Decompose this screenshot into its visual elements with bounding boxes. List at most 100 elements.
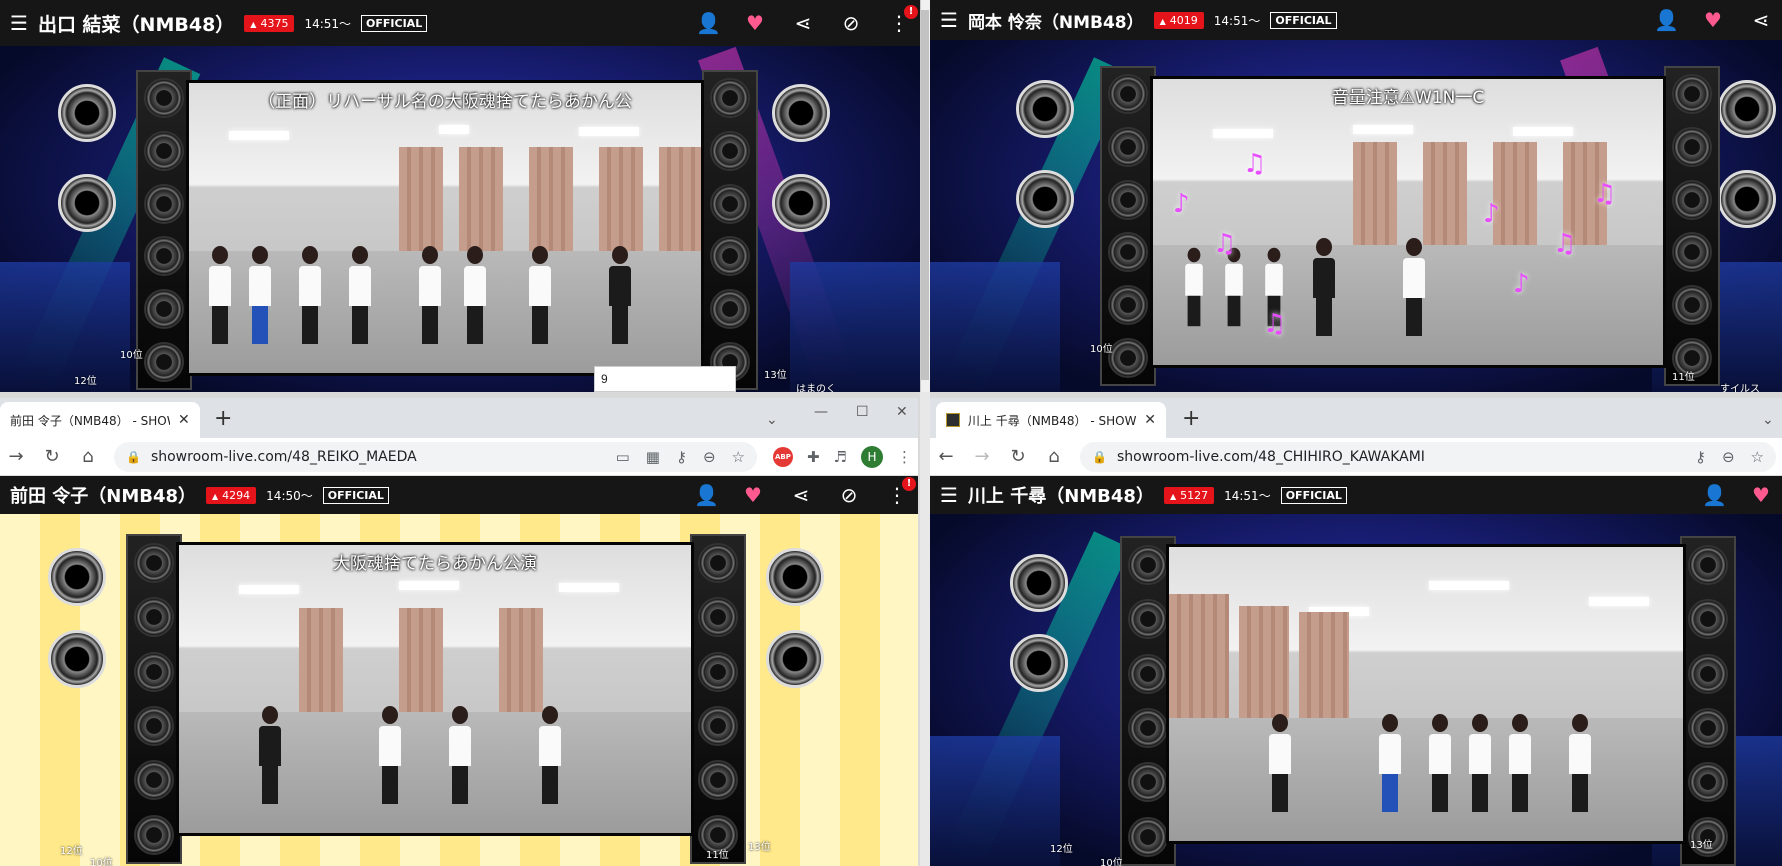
speaker-icon <box>1718 170 1776 228</box>
speaker-icon <box>48 630 106 688</box>
close-tab-icon[interactable]: ✕ <box>1144 412 1156 428</box>
user-icon[interactable]: 👤 <box>694 483 719 507</box>
hamburger-icon[interactable]: ☰ <box>940 483 958 507</box>
zoom-icon[interactable]: ⊖ <box>1722 448 1735 466</box>
heart-icon[interactable]: ♥ <box>1702 8 1724 32</box>
url-text: showroom-live.com/48_REIKO_MAEDA <box>150 448 417 465</box>
hamburger-icon[interactable]: ☰ <box>10 11 28 35</box>
speaker-icon <box>766 548 824 606</box>
heart-icon[interactable]: ♥ <box>1750 483 1772 507</box>
speaker-icon <box>766 630 824 688</box>
comment-input[interactable] <box>594 366 736 392</box>
stream-stage: （正面）リハーサル名の大阪魂捨てたらあかん公 10位 12位 13位 はまのく <box>0 46 920 392</box>
speaker-icon <box>58 84 116 142</box>
heart-icon[interactable]: ♥ <box>742 483 764 507</box>
start-time: 14:51〜 <box>1224 488 1271 503</box>
home-icon[interactable]: ⌂ <box>78 446 98 467</box>
extensions: ABP ✚ ♬ H ⋮ <box>772 445 912 468</box>
lock-icon[interactable]: 🔒 <box>1092 450 1107 464</box>
key-icon[interactable]: ⚷ <box>676 448 687 466</box>
zoom-icon[interactable]: ⊖ <box>703 448 716 466</box>
music-note-icon: ♫ <box>1243 149 1267 179</box>
rank-label: 12位 <box>60 846 83 857</box>
tab-search-icon[interactable]: ⌄ <box>1762 412 1774 428</box>
speaker-icon <box>1016 80 1074 138</box>
megaphone-off-icon[interactable]: ⊘ <box>840 11 862 35</box>
reload-icon[interactable]: ↻ <box>42 446 62 467</box>
stream-pane-top-left: ☰ 出口 結菜（NMB48） 4375 14:51〜 OFFICIAL 👤 ♥ … <box>0 0 920 392</box>
member-name: 前田 令子（NMB48） <box>10 486 197 507</box>
stream-title: 音量注意⚠W1N一C <box>1331 88 1485 108</box>
rank-label: 13位 <box>764 370 787 381</box>
official-badge: OFFICIAL <box>361 14 428 32</box>
member-name: 川上 千尋（NMB48） <box>967 486 1154 507</box>
start-time: 14:51〜 <box>304 16 352 31</box>
stream-stage: 大阪魂捨てたらあかん公演 12位 10位 11位 13位 <box>0 514 918 866</box>
rank-label: 10位 <box>90 858 113 866</box>
address-bar[interactable]: 🔒 showroom-live.com/48_REIKO_MAEDA ▭ ▦ ⚷… <box>114 441 757 472</box>
stream-stage: ♫ ♪ ♫ ♪ ♫ ♫ ♪ ♫ 音量注意⚠W1N一C 10位 11位 すイルス <box>930 40 1782 392</box>
maximize-icon[interactable]: ☐ <box>856 404 869 420</box>
user-icon[interactable]: 👤 <box>1654 8 1679 32</box>
speaker-column <box>136 70 192 390</box>
browser-tab[interactable]: 前田 令子（NMB48） - SHOWRO ✕ <box>0 402 200 438</box>
minimize-icon[interactable]: — <box>814 404 828 420</box>
rank-label: 10位 <box>1100 858 1123 866</box>
stream-title: （正面）リハーサル名の大阪魂捨てたらあかん公 <box>258 92 632 112</box>
media-controls-icon[interactable]: ♬ <box>834 448 847 466</box>
key-icon[interactable]: ⚷ <box>1695 448 1706 466</box>
new-tab-icon[interactable]: + <box>1182 406 1200 431</box>
heart-icon[interactable]: ♥ <box>744 11 766 35</box>
viewer-count-badge: 4375 <box>244 14 295 32</box>
video-player[interactable]: （正面）リハーサル名の大阪魂捨てたらあかん公 <box>186 80 704 376</box>
video-player[interactable]: ♫ ♪ ♫ ♪ ♫ ♫ ♪ ♫ 音量注意⚠W1N一C <box>1150 76 1666 368</box>
music-note-icon: ♪ <box>1483 199 1500 229</box>
extensions-puzzle-icon[interactable]: ✚ <box>807 448 820 466</box>
forward-icon[interactable]: → <box>972 446 992 467</box>
home-icon[interactable]: ⌂ <box>1044 446 1064 467</box>
video-player[interactable]: 大阪魂捨てたらあかん公演 <box>176 542 694 836</box>
share-icon[interactable]: ⋖ <box>1750 8 1772 32</box>
viewer-count-badge: 4019 <box>1153 11 1204 29</box>
browser-tab[interactable]: 川上 千尋（NMB48） - SHOWRO ✕ <box>936 402 1166 438</box>
chrome-menu-icon[interactable]: ⋮ <box>897 448 912 466</box>
viewer-count-badge: 5127 <box>1163 486 1215 504</box>
user-icon[interactable]: 👤 <box>1702 483 1727 507</box>
close-window-icon[interactable]: ✕ <box>896 404 908 420</box>
more-vertical-icon[interactable]: ⋮ <box>886 477 916 507</box>
address-bar[interactable]: 🔒 showroom-live.com/48_CHIHIRO_KAWAKAMI … <box>1080 441 1776 472</box>
bookmark-star-icon[interactable]: ☆ <box>732 448 745 466</box>
showroom-header: ☰ 川上 千尋（NMB48） 5127 14:51〜 OFFICIAL 👤 ♥ <box>930 476 1782 514</box>
tab-search-icon[interactable]: ⌄ <box>766 412 778 428</box>
scrollbar-thumb[interactable] <box>921 10 929 380</box>
reload-icon[interactable]: ↻ <box>1008 446 1028 467</box>
browser-toolbar: ← → ↻ ⌂ 🔒 showroom-live.com/48_CHIHIRO_K… <box>930 438 1782 476</box>
speaker-column <box>702 70 758 390</box>
profile-avatar[interactable]: H <box>861 445 883 468</box>
hamburger-icon[interactable]: ☰ <box>940 8 958 32</box>
speaker-icon <box>772 84 830 142</box>
browser-toolbar: → ↻ ⌂ 🔒 showroom-live.com/48_REIKO_MAEDA… <box>0 438 918 476</box>
cast-icon[interactable]: ▭ <box>616 448 630 466</box>
lock-icon[interactable]: 🔒 <box>126 450 141 464</box>
new-tab-icon[interactable]: + <box>214 406 232 431</box>
music-note-icon: ♫ <box>1553 229 1577 259</box>
adblock-icon[interactable]: ABP <box>772 446 793 467</box>
forward-icon[interactable]: → <box>6 446 26 467</box>
more-vertical-icon[interactable]: ⋮ <box>888 5 918 35</box>
share-icon[interactable]: ⋖ <box>790 483 812 507</box>
browser-window-right: 川上 千尋（NMB48） - SHOWRO ✕ + ⌄ ← → ↻ ⌂ 🔒 sh… <box>930 398 1782 866</box>
share-icon[interactable]: ⋖ <box>792 11 814 35</box>
close-tab-icon[interactable]: ✕ <box>178 412 190 428</box>
user-icon[interactable]: 👤 <box>696 11 721 35</box>
stream-title: 大阪魂捨てたらあかん公演 <box>333 554 537 574</box>
speaker-icon <box>58 174 116 232</box>
video-player[interactable] <box>1166 544 1686 844</box>
megaphone-off-icon[interactable]: ⊘ <box>838 483 860 507</box>
city-skyline <box>930 262 1060 392</box>
qr-code-icon[interactable]: ▦ <box>646 448 660 466</box>
speaker-column <box>1100 66 1156 386</box>
bookmark-star-icon[interactable]: ☆ <box>1751 448 1764 466</box>
back-icon[interactable]: ← <box>936 446 956 467</box>
city-skyline <box>930 736 1060 866</box>
